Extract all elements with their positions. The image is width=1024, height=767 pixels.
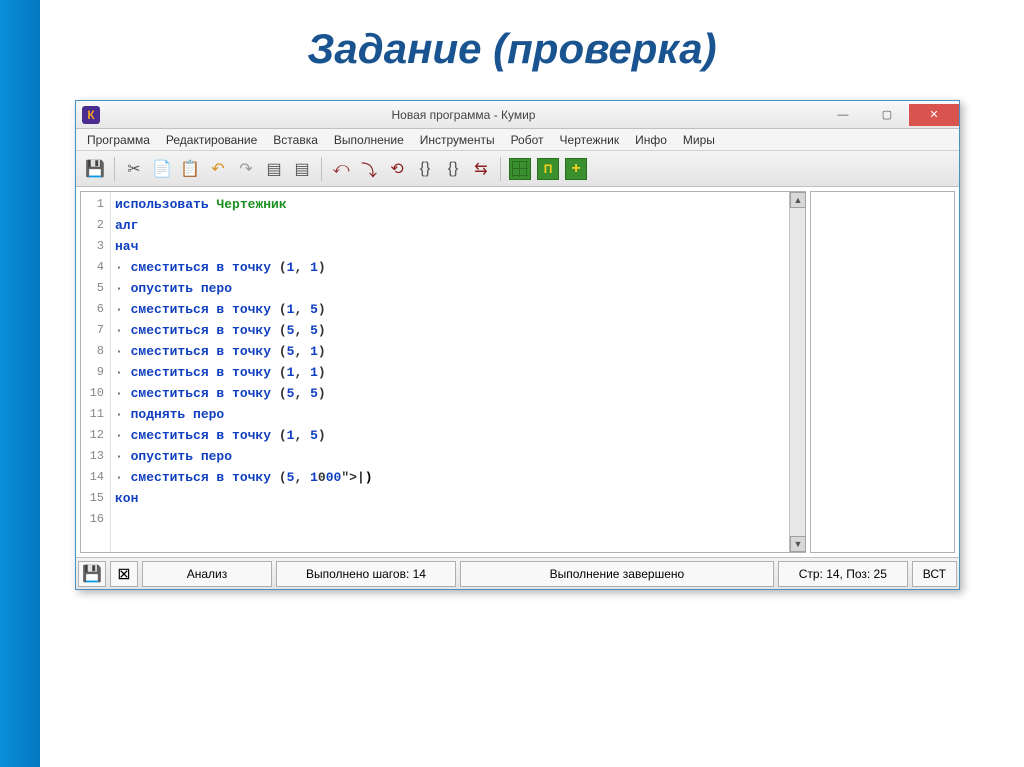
menu-info[interactable]: Инфо: [628, 131, 674, 149]
status-state: Выполнение завершено: [460, 561, 774, 587]
menu-drawer[interactable]: Чертежник: [553, 131, 627, 149]
step-back-icon[interactable]: ⤺: [328, 156, 354, 182]
status-mode: ВСТ: [912, 561, 957, 587]
toolbar: 💾 ✂ 📄 📋 ↶ ↷ ▤ ▤ ⤺ ⤵ ⟲ {} {} ⇆: [76, 151, 959, 187]
menu-run[interactable]: Выполнение: [327, 131, 411, 149]
line-gutter: 12345678910111213141516: [81, 192, 111, 552]
save-icon[interactable]: 💾: [82, 156, 108, 182]
copy-icon[interactable]: 📄: [149, 156, 175, 182]
scroll-down-icon[interactable]: ▼: [790, 536, 806, 552]
pi-icon[interactable]: [537, 158, 559, 180]
side-panel: [810, 191, 955, 553]
redo-icon[interactable]: ↷: [233, 156, 259, 182]
step-down-icon[interactable]: ⤵: [356, 156, 382, 182]
loop1-icon[interactable]: ⟲: [384, 156, 410, 182]
menubar: Программа Редактирование Вставка Выполне…: [76, 129, 959, 151]
maximize-button[interactable]: ▢: [865, 104, 909, 126]
statusbar: 💾 ⊠ Анализ Выполнено шагов: 14 Выполнени…: [76, 557, 959, 589]
app-icon: К: [82, 106, 100, 124]
status-save-icon[interactable]: 💾: [78, 561, 106, 587]
separator: [321, 157, 322, 181]
status-steps: Выполнено шагов: 14: [276, 561, 456, 587]
status-stop-icon[interactable]: ⊠: [110, 561, 138, 587]
separator: [114, 157, 115, 181]
status-position: Стр: 14, Поз: 25: [778, 561, 908, 587]
grid-icon[interactable]: [509, 158, 531, 180]
separator: [500, 157, 501, 181]
vertical-scrollbar[interactable]: ▲ ▼: [789, 192, 805, 552]
minimize-button[interactable]: —: [821, 104, 865, 126]
presentation-sidebar: [0, 0, 40, 767]
menu-worlds[interactable]: Миры: [676, 131, 722, 149]
close-button[interactable]: ✕: [909, 104, 959, 126]
menu-tools[interactable]: Инструменты: [413, 131, 502, 149]
doc2-icon[interactable]: ▤: [289, 156, 315, 182]
cut-icon[interactable]: ✂: [121, 156, 147, 182]
menu-program[interactable]: Программа: [80, 131, 157, 149]
scroll-up-icon[interactable]: ▲: [790, 192, 806, 208]
window-controls: — ▢ ✕: [821, 104, 959, 126]
status-analyze[interactable]: Анализ: [142, 561, 272, 587]
kumir-window: К Новая программа - Кумир — ▢ ✕ Программ…: [75, 100, 960, 590]
plus-icon[interactable]: [565, 158, 587, 180]
menu-insert[interactable]: Вставка: [266, 131, 325, 149]
editor-pane: 12345678910111213141516 использовать Чер…: [80, 191, 806, 553]
window-title: Новая программа - Кумир: [106, 108, 821, 122]
slide-title: Задание (проверка): [0, 0, 1024, 93]
workspace: 12345678910111213141516 использовать Чер…: [76, 187, 959, 557]
menu-robot[interactable]: Робот: [504, 131, 551, 149]
undo-icon[interactable]: ↶: [205, 156, 231, 182]
braces2-icon[interactable]: {}: [440, 156, 466, 182]
paste-icon[interactable]: 📋: [177, 156, 203, 182]
menu-edit[interactable]: Редактирование: [159, 131, 264, 149]
braces1-icon[interactable]: {}: [412, 156, 438, 182]
code-editor[interactable]: использовать Чертежникалгнач· сместиться…: [111, 192, 789, 552]
doc1-icon[interactable]: ▤: [261, 156, 287, 182]
titlebar: К Новая программа - Кумир — ▢ ✕: [76, 101, 959, 129]
swap-icon[interactable]: ⇆: [468, 156, 494, 182]
